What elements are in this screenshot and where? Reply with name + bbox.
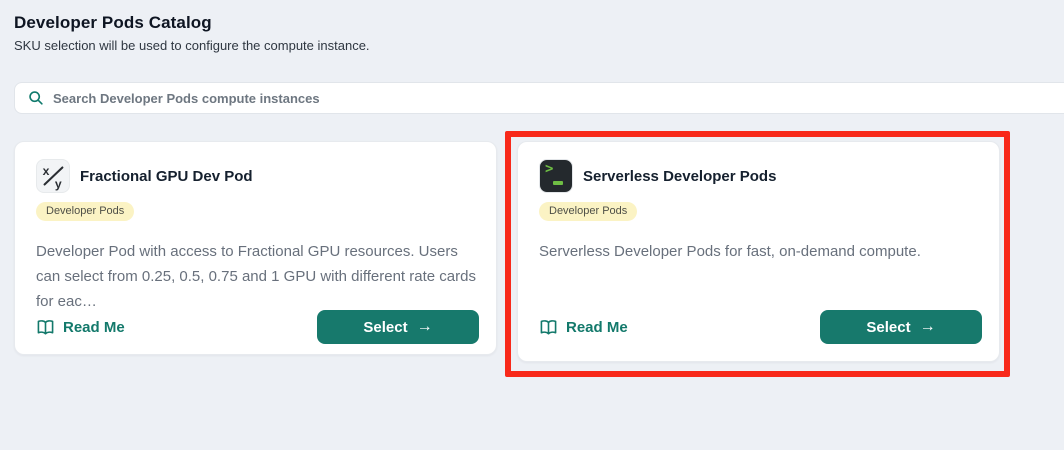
search-icon [28,90,44,106]
card-fractional-gpu-dev-pod: x y Fractional GPU Dev Pod Developer Pod… [14,141,497,355]
read-me-link[interactable]: Read Me [36,319,125,336]
svg-text:y: y [55,177,62,191]
search-input[interactable] [53,83,1064,113]
open-book-icon [37,319,54,334]
card-footer: Read Me Select → [36,310,479,344]
terminal-prompt-glyph: > [545,161,554,177]
fraction-xy-icon: x y [36,159,70,193]
read-me-label: Read Me [63,318,125,336]
select-button[interactable]: Select → [820,310,982,344]
select-label: Select [866,318,911,336]
page-title: Developer Pods Catalog [14,13,212,32]
card-description: Serverless Developer Pods for fast, on-d… [539,243,921,260]
category-badge: Developer Pods [36,202,135,221]
read-me-link[interactable]: Read Me [539,319,628,336]
terminal-icon: > [539,159,573,193]
read-me-label: Read Me [566,318,628,336]
card-title: Fractional GPU Dev Pod [80,168,253,185]
card-footer: Read Me Select → [539,310,982,344]
terminal-cursor [553,181,563,185]
arrow-right-icon: → [416,318,433,335]
select-label: Select [363,318,408,336]
category-badge: Developer Pods [539,202,638,221]
search-bar [14,82,1064,114]
arrow-right-icon: → [919,318,936,335]
page-subtitle: SKU selection will be used to configure … [14,38,370,53]
open-book-icon [540,319,557,334]
card-serverless-developer-pods: > Serverless Developer Pods Developer Po… [517,141,1000,362]
select-button[interactable]: Select → [317,310,479,344]
card-title: Serverless Developer Pods [583,168,777,185]
card-description: Developer Pod with access to Fractional … [36,243,476,310]
svg-text:x: x [43,164,50,178]
